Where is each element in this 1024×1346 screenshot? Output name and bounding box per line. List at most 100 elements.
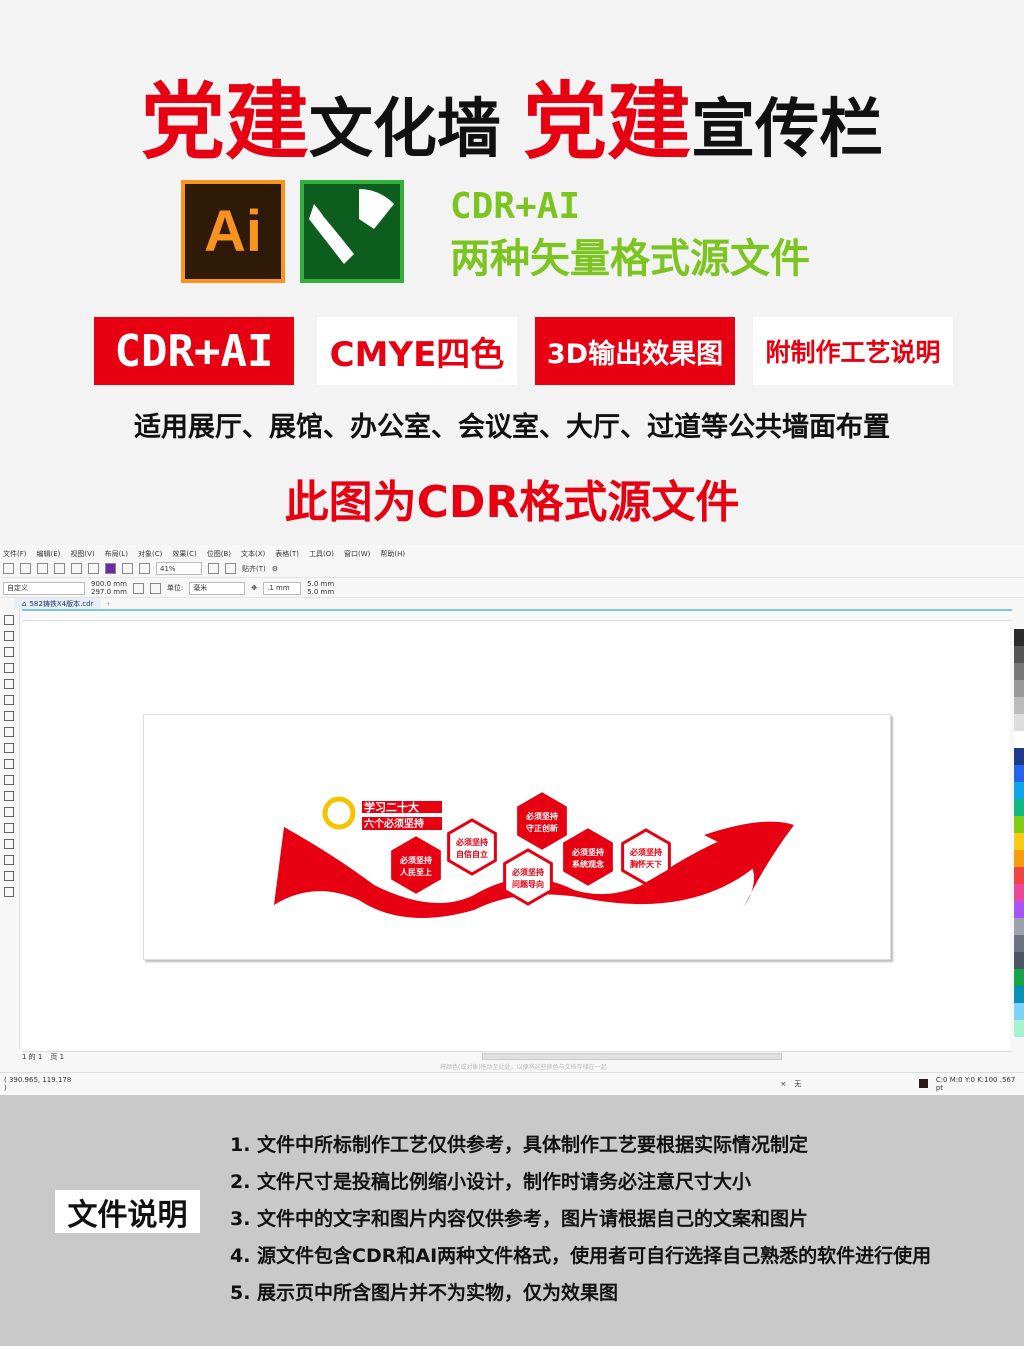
note-item: 2. 文件尺寸是投稿比例缩小设计，制作时请务必注意尺寸大小 — [230, 1171, 752, 1193]
palette-swatch[interactable] — [1014, 1020, 1024, 1037]
tool-icon[interactable] — [4, 855, 14, 865]
page-preset-select[interactable]: 自定义 — [3, 581, 85, 595]
snap-menu[interactable]: 贴齐(T) — [242, 564, 266, 574]
palette-swatch[interactable] — [1014, 952, 1024, 969]
tool-icon[interactable] — [4, 775, 14, 785]
tool-icon[interactable] — [4, 839, 14, 849]
palette-swatch[interactable] — [1014, 918, 1024, 935]
palette-swatch[interactable] — [1014, 646, 1024, 663]
rulers-icon[interactable] — [225, 563, 236, 574]
nudge-input[interactable]: .1 mm — [263, 581, 302, 595]
fill-status: 无 — [794, 1079, 802, 1088]
badge-cdr-ai: CDR+AI — [94, 317, 294, 385]
palette-swatch[interactable] — [1014, 782, 1024, 799]
document-tabs: ⌂ 582铸铁X4版本.cdr + — [0, 598, 1024, 609]
tool-icon[interactable] — [4, 647, 14, 657]
save-icon[interactable] — [37, 563, 48, 574]
menu-item[interactable]: 位图(B) — [207, 549, 231, 559]
palette-swatch[interactable] — [1014, 833, 1024, 850]
palette-swatch[interactable] — [1014, 663, 1024, 680]
new-icon[interactable] — [3, 563, 14, 574]
tool-icon[interactable] — [4, 727, 14, 737]
export-icon[interactable] — [139, 563, 150, 574]
tool-icon[interactable] — [4, 871, 14, 881]
palette-swatch[interactable] — [1014, 884, 1024, 901]
palette-swatch[interactable] — [1014, 731, 1024, 748]
menu-item[interactable]: 编辑(E) — [37, 549, 61, 559]
tool-icon[interactable] — [4, 679, 14, 689]
hexagon-text: 问题导向 — [512, 879, 544, 889]
palette-swatch[interactable] — [1014, 986, 1024, 1003]
page-tab[interactable]: 页 1 — [50, 1052, 64, 1062]
drawing-canvas[interactable]: 学习二十大 六个必须坚持 必须坚持 人民至上 必须坚持 自信自立 必须坚持 守正创新 必须坚… — [22, 621, 1010, 1051]
menu-item[interactable]: 帮助(H) — [380, 549, 405, 559]
palette-swatch[interactable] — [1014, 935, 1024, 952]
print-icon[interactable] — [54, 563, 65, 574]
menu-item[interactable]: 布局(L) — [105, 549, 128, 559]
color-palette[interactable] — [1014, 629, 1024, 1049]
tool-icon[interactable] — [4, 631, 14, 641]
palette-swatch[interactable] — [1014, 816, 1024, 833]
palette-swatch[interactable] — [1014, 850, 1024, 867]
open-icon[interactable] — [20, 563, 31, 574]
palette-swatch[interactable] — [1014, 969, 1024, 986]
tool-icon[interactable] — [4, 823, 14, 833]
palette-swatch[interactable] — [1014, 765, 1024, 782]
coreldraw-window: 文件(F) 编辑(E) 视图(V) 布局(L) 对象(C) 效果(C) 位图(B) 文本(X)… — [0, 545, 1024, 1095]
palette-swatch[interactable] — [1014, 867, 1024, 884]
palette-swatch[interactable] — [1014, 680, 1024, 697]
artwork: 学习二十大 六个必须坚持 必须坚持人民至上必须坚持自信自立必须坚持守正创新必须坚… — [274, 792, 794, 918]
tool-icon[interactable] — [4, 695, 14, 705]
gear-icon[interactable]: ⚙ — [272, 565, 278, 573]
tool-icon[interactable] — [4, 711, 14, 721]
duplicate-x-input[interactable]: 5.0 mm — [307, 580, 334, 588]
landscape-icon[interactable] — [149, 582, 161, 594]
portrait-icon[interactable] — [132, 582, 144, 594]
menu-item[interactable]: 工具(O) — [309, 549, 334, 559]
document-tab[interactable]: ⌂ 582铸铁X4版本.cdr — [14, 598, 102, 609]
fullscreen-icon[interactable] — [208, 563, 219, 574]
add-tab-button[interactable]: + — [105, 600, 111, 608]
tool-icon[interactable] — [4, 791, 14, 801]
duplicate-y-input[interactable]: 5.0 mm — [307, 588, 334, 596]
horizontal-scrollbar[interactable] — [482, 1053, 783, 1060]
import-icon[interactable] — [122, 563, 133, 574]
palette-swatch[interactable] — [1014, 799, 1024, 816]
tool-icon[interactable] — [4, 743, 14, 753]
menu-bar: 文件(F) 编辑(E) 视图(V) 布局(L) 对象(C) 效果(C) 位图(B) 文本(X)… — [0, 547, 1024, 560]
title-part: 党建 — [523, 73, 692, 171]
hexagon-text: 人民至上 — [400, 867, 432, 877]
menu-item[interactable]: 视图(V) — [70, 549, 94, 559]
menu-item[interactable]: 表格(T) — [275, 549, 299, 559]
menu-item[interactable]: 对象(C) — [138, 549, 162, 559]
page-nav-count[interactable]: 1 的 1 — [22, 1052, 42, 1062]
hexagon-panel — [391, 836, 441, 894]
menu-item[interactable]: 效果(C) — [172, 549, 196, 559]
corel-connect-icon[interactable] — [105, 563, 116, 574]
undo-icon[interactable] — [71, 563, 82, 574]
palette-swatch[interactable] — [1014, 748, 1024, 765]
tool-icon[interactable] — [4, 759, 14, 769]
tool-icon[interactable] — [4, 807, 14, 817]
palette-swatch[interactable] — [1014, 1003, 1024, 1020]
tool-icon[interactable] — [4, 615, 14, 625]
hexagon-text: 必须坚持 — [399, 855, 432, 865]
menu-item[interactable]: 文本(X) — [241, 549, 265, 559]
page-width-input[interactable]: 900.0 mm — [91, 580, 127, 588]
tool-icon[interactable] — [4, 887, 14, 897]
tool-icon[interactable] — [4, 663, 14, 673]
page-title: 党建文化墙 党建宣传栏 — [0, 55, 1024, 176]
palette-swatch[interactable] — [1014, 714, 1024, 731]
unit-select[interactable]: 毫米 — [189, 581, 246, 595]
redo-icon[interactable] — [88, 563, 99, 574]
page-height-input[interactable]: 297.0 mm — [91, 588, 127, 596]
menu-item[interactable]: 窗口(W) — [344, 549, 370, 559]
status-bar: ( 390.965, 119.178 ) ⨯ 无 C:0 M:0 Y:0 K:1… — [0, 1072, 1024, 1094]
zoom-select[interactable]: 41% — [156, 562, 202, 575]
palette-swatch[interactable] — [1014, 697, 1024, 714]
palette-swatch[interactable] — [1014, 901, 1024, 918]
hexagon-text: 系统观念 — [572, 859, 604, 869]
menu-item[interactable]: 文件(F) — [3, 549, 27, 559]
palette-swatch[interactable] — [1014, 629, 1024, 646]
horizontal-ruler[interactable] — [22, 609, 1012, 621]
